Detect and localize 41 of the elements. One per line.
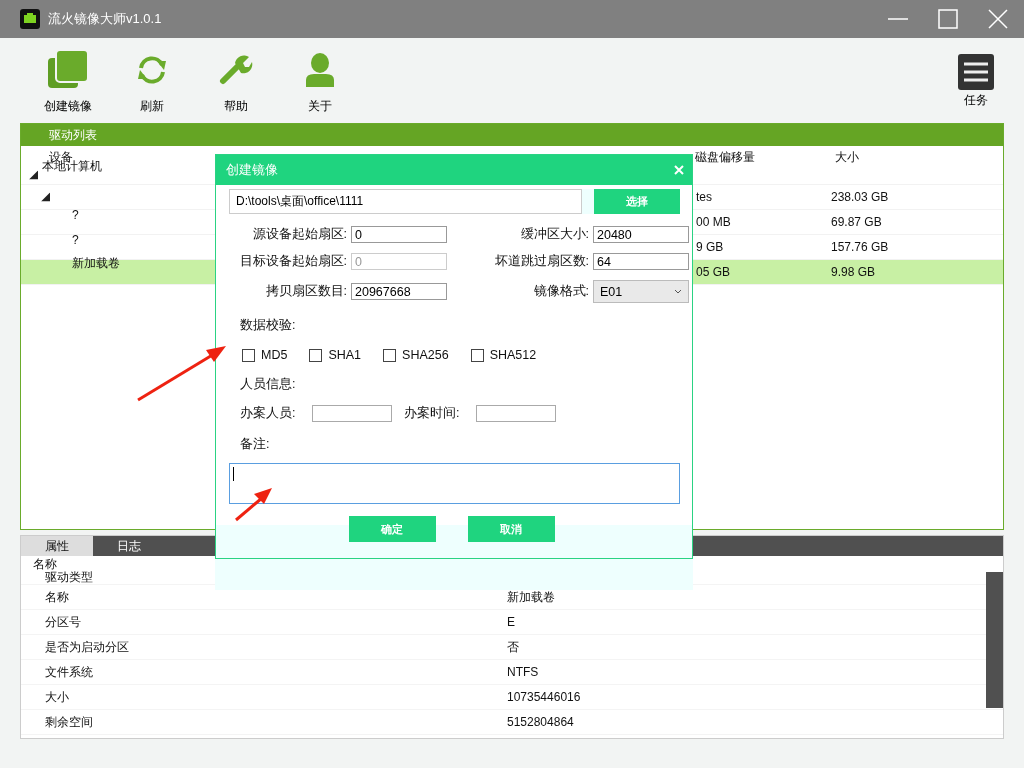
property-name: 分区号 (45, 613, 81, 631)
table-cell: tes (696, 190, 712, 204)
property-name: 文件系统 (45, 663, 93, 681)
property-name: 驱动类型 (45, 569, 93, 586)
field-label: 目标设备起始扇区: (238, 253, 347, 270)
panel-title: 驱动列表 (49, 126, 97, 144)
table-cell: 05 GB (696, 265, 731, 279)
field-label: 拷贝扇区数目: (264, 283, 347, 300)
table-cell: 00 MB (696, 215, 731, 229)
table-cell: 238.03 GB (831, 190, 889, 204)
device-name: ? (72, 208, 79, 222)
field-label: 源设备起始扇区: (251, 226, 347, 243)
device-name: ? (72, 233, 79, 247)
property-name: 是否为启动分区 (45, 638, 129, 656)
table-cell: 9 GB (696, 240, 724, 254)
field-label: 镜像格式: (532, 283, 589, 300)
table-cell: 9.98 GB (831, 265, 876, 279)
column-header: 大小 (835, 149, 859, 166)
field-label: 缓冲区大小: (519, 226, 589, 243)
property-value: 10735446016 (507, 690, 581, 704)
section-label: 数据校验: (240, 317, 297, 334)
property-name: 大小 (45, 688, 69, 706)
window-title: 流火镜像大师v1.0.1 (48, 10, 162, 28)
section-label: 人员信息: (240, 376, 297, 393)
column-header: 磁盘偏移量 (695, 149, 755, 166)
property-value: 否 (507, 638, 519, 656)
property-value: E (507, 615, 515, 629)
field-label: 办案时间: (404, 405, 461, 422)
property-value: 5152804864 (507, 715, 574, 729)
property-value: 新加载卷 (507, 588, 555, 606)
field-label: 坏道跳过扇区数: (493, 253, 589, 270)
table-cell: 69.87 GB (831, 215, 882, 229)
table-cell: 157.76 GB (831, 240, 889, 254)
field-label: 办案人员: (240, 405, 297, 422)
dialog-title: 创建镜像 (226, 161, 278, 179)
section-label: 备注: (240, 436, 271, 453)
device-name: 新加载卷 (72, 255, 120, 272)
property-name: 名称 (45, 588, 69, 606)
property-name: 剩余空间 (45, 713, 93, 731)
group-header: 名称 (32, 558, 58, 570)
property-value: NTFS (507, 665, 539, 679)
